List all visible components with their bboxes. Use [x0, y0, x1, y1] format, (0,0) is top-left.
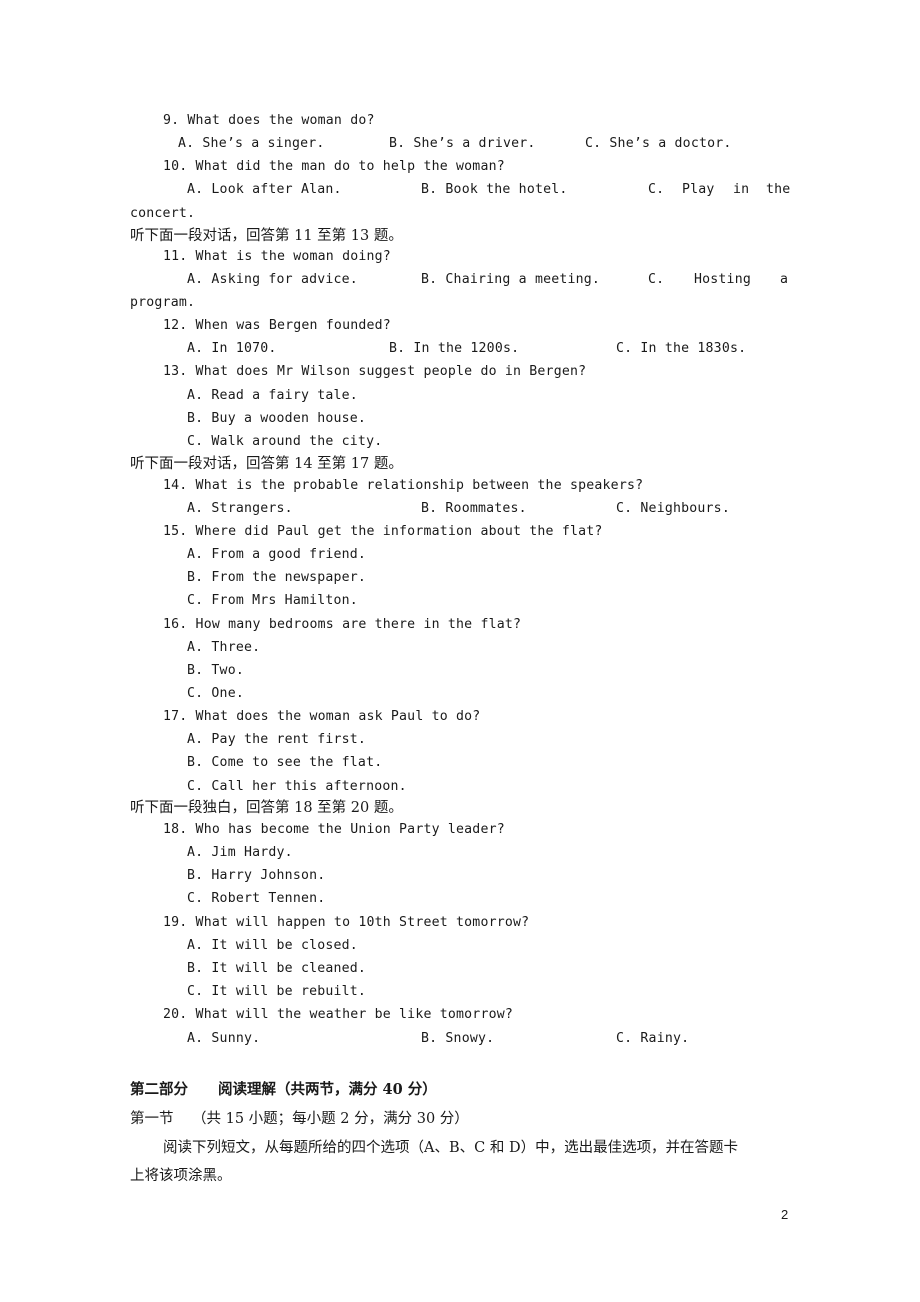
question-19-option-c: C. It will be rebuilt.	[187, 984, 367, 999]
question-16-option-b: B. Two.	[187, 663, 244, 678]
question-14-stem: 14. What is the probable relationship be…	[163, 478, 644, 493]
document-page: 9. What does the woman do? A. She’s a si…	[0, 0, 920, 1302]
question-11-option-a: A. Asking for advice.	[187, 272, 358, 287]
reading-instruction-line-2: 上将该项涂黑。	[130, 1168, 232, 1184]
question-18-option-b: B. Harry Johnson.	[187, 868, 326, 883]
question-11-option-c-word-2: a	[780, 272, 789, 287]
question-11-option-c-word-1: Hosting	[694, 272, 751, 287]
question-18-option-a: A. Jim Hardy.	[187, 845, 293, 860]
question-19-option-a: A. It will be closed.	[187, 938, 358, 953]
question-16-option-c: C. One.	[187, 686, 244, 701]
question-11-option-b: B. Chairing a meeting.	[421, 272, 601, 287]
question-15-stem: 15. Where did Paul get the information a…	[163, 524, 603, 539]
question-19-option-b: B. It will be cleaned.	[187, 961, 367, 976]
question-10-option-c-wrap: concert.	[130, 206, 196, 221]
section-1-label: 第一节	[130, 1111, 174, 1127]
section-1-info: （共 15 小题；每小题 2 分，满分 30 分）	[192, 1111, 469, 1127]
question-20-option-b: B. Snowy.	[421, 1031, 495, 1046]
question-10-option-c-word-2: in	[733, 182, 750, 197]
question-17-option-b: B. Come to see the flat.	[187, 755, 383, 770]
question-16-option-a: A. Three.	[187, 640, 261, 655]
question-9-option-a: A. She’s a singer.	[178, 136, 325, 151]
question-15-option-a: A. From a good friend.	[187, 547, 367, 562]
question-13-option-a: A. Read a fairy tale.	[187, 388, 358, 403]
instruction-18-20: 听下面一段独白，回答第 18 至第 20 题。	[130, 800, 403, 816]
page-number: 2	[781, 1207, 789, 1222]
question-12-stem: 12. When was Bergen founded?	[163, 318, 391, 333]
question-13-option-c: C. Walk around the city.	[187, 434, 383, 449]
question-9-stem: 9. What does the woman do?	[163, 113, 375, 128]
question-12-option-a: A. In 1070.	[187, 341, 277, 356]
question-11-stem: 11. What is the woman doing?	[163, 249, 391, 264]
question-10-stem: 10. What did the man do to help the woma…	[163, 159, 505, 174]
question-12-option-b: B. In the 1200s.	[389, 341, 520, 356]
question-10-option-c-word-1: Play	[682, 182, 715, 197]
question-10-option-c-letter: C.	[648, 182, 665, 197]
question-14-option-a: A. Strangers.	[187, 501, 293, 516]
question-14-option-c: C. Neighbours.	[616, 501, 730, 516]
question-17-stem: 17. What does the woman ask Paul to do?	[163, 709, 481, 724]
question-18-option-c: C. Robert Tennen.	[187, 891, 326, 906]
question-13-stem: 13. What does Mr Wilson suggest people d…	[163, 364, 587, 379]
reading-instruction-line-1: 阅读下列短文，从每题所给的四个选项（A、B、C 和 D）中，选出最佳选项，并在答…	[163, 1140, 739, 1156]
question-13-option-b: B. Buy a wooden house.	[187, 411, 367, 426]
question-17-option-c: C. Call her this afternoon.	[187, 779, 407, 794]
question-11-option-c-letter: C.	[648, 272, 665, 287]
question-18-stem: 18. Who has become the Union Party leade…	[163, 822, 505, 837]
question-17-option-a: A. Pay the rent first.	[187, 732, 367, 747]
question-20-option-c: C. Rainy.	[616, 1031, 690, 1046]
part-2-heading-label: 第二部分	[130, 1081, 188, 1098]
question-15-option-b: B. From the newspaper.	[187, 570, 367, 585]
question-9-option-b: B. She’s a driver.	[389, 136, 536, 151]
question-10-option-b: B. Book the hotel.	[421, 182, 568, 197]
question-10-option-c-word-3: the	[766, 182, 791, 197]
part-2-heading-title: 阅读理解（共两节，满分 40 分）	[218, 1081, 437, 1098]
question-20-option-a: A. Sunny.	[187, 1031, 261, 1046]
question-16-stem: 16. How many bedrooms are there in the f…	[163, 617, 522, 632]
question-9-option-c: C. She’s a doctor.	[585, 136, 732, 151]
instruction-14-17: 听下面一段对话，回答第 14 至第 17 题。	[130, 456, 403, 472]
question-11-option-c-wrap: program.	[130, 295, 196, 310]
instruction-11-13: 听下面一段对话，回答第 11 至第 13 题。	[130, 228, 403, 244]
question-15-option-c: C. From Mrs Hamilton.	[187, 593, 358, 608]
question-14-option-b: B. Roommates.	[421, 501, 527, 516]
question-10-option-a: A. Look after Alan.	[187, 182, 342, 197]
question-12-option-c: C. In the 1830s.	[616, 341, 747, 356]
question-20-stem: 20. What will the weather be like tomorr…	[163, 1007, 514, 1022]
question-19-stem: 19. What will happen to 10th Street tomo…	[163, 915, 530, 930]
